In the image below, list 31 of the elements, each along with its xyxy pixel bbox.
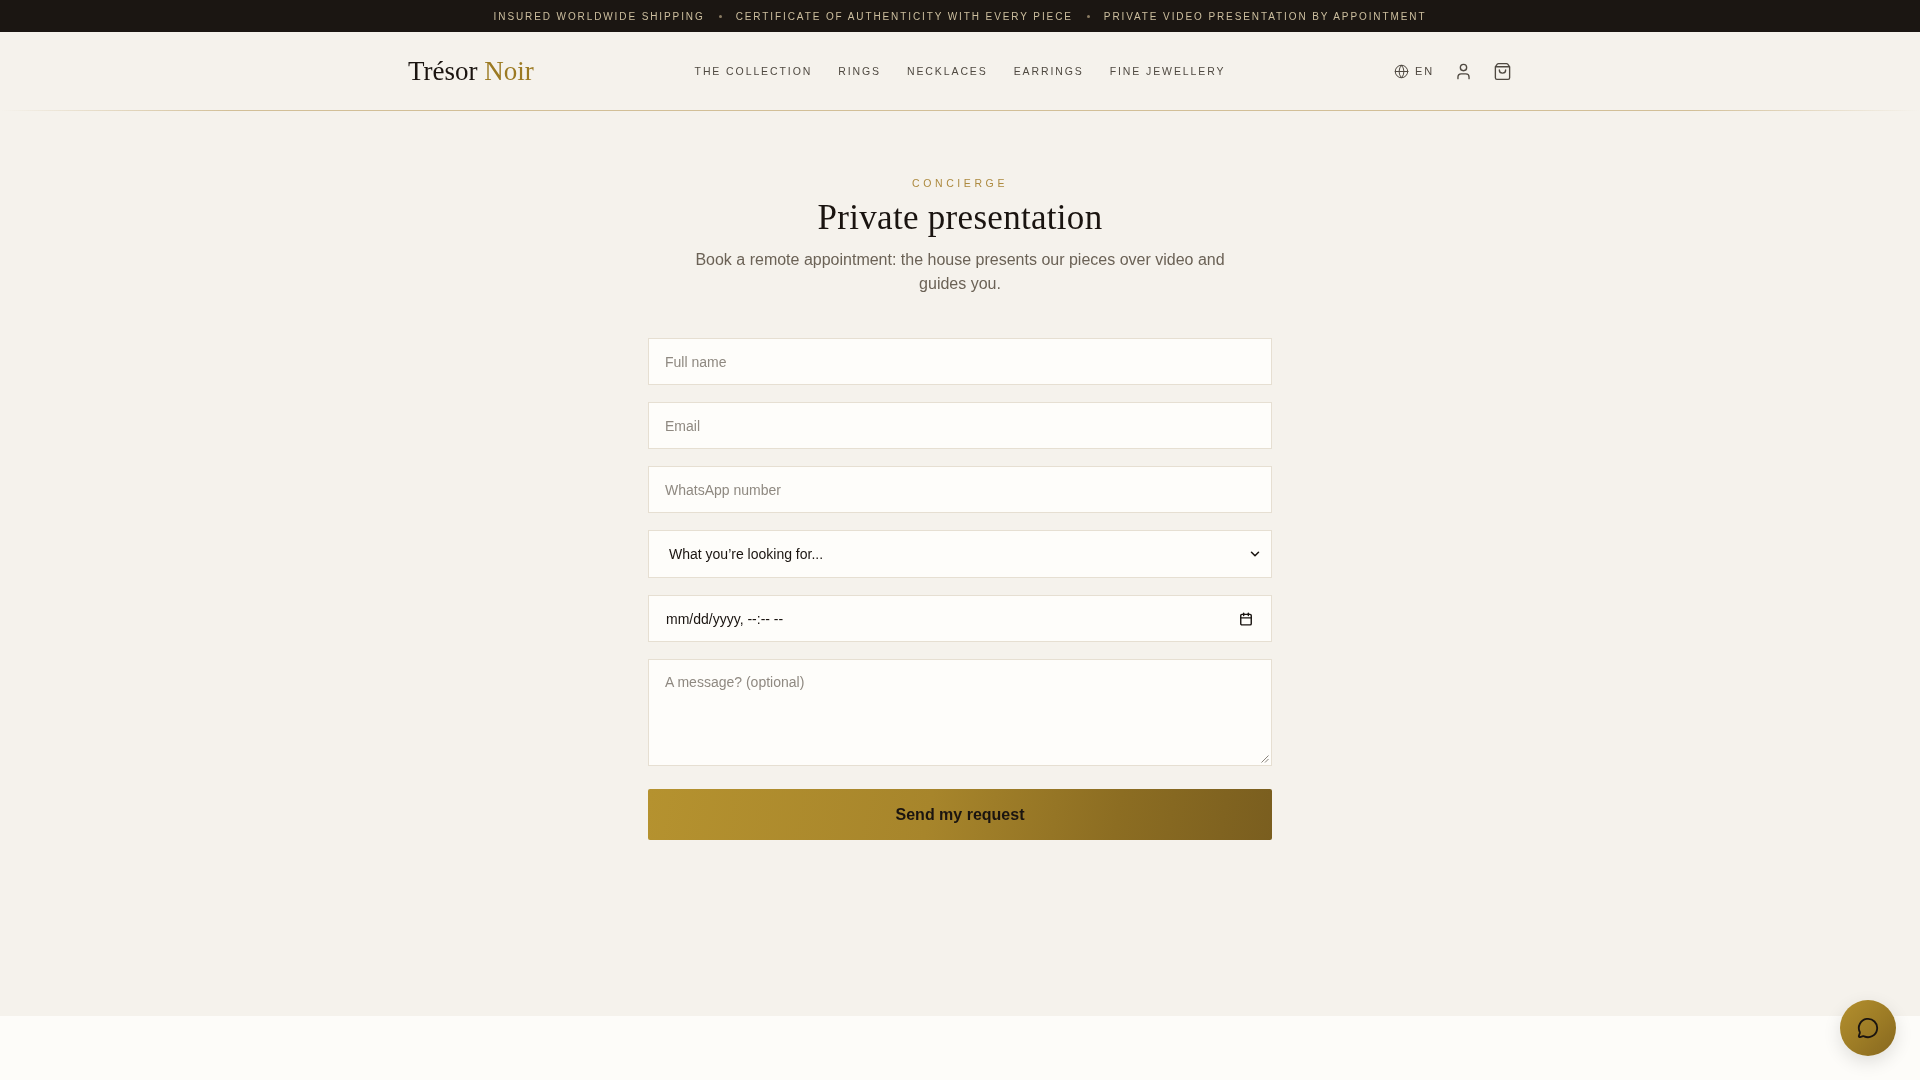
language-button[interactable]: EN — [1394, 63, 1434, 79]
submit-button[interactable]: Send my request — [648, 789, 1272, 840]
eyebrow-text: CONCIERGE — [912, 176, 1008, 191]
separator-dot-icon — [1086, 14, 1090, 18]
input-field[interactable]: Full name — [648, 338, 1272, 385]
page-title: Private presentation — [817, 197, 1103, 239]
chat-button[interactable] — [1840, 1000, 1896, 1056]
announcement-text: PRIVATE VIDEO PRESENTATION BY APPOINTMENT — [1103, 10, 1427, 22]
nav-link[interactable]: EARRINGS — [1013, 65, 1084, 77]
select-field[interactable]: What you’re looking for... — [648, 530, 1272, 578]
announcement-text: CERTIFICATE OF AUTHENTICITY WITH EVERY PIECE — [735, 10, 1073, 22]
shopping-bag-icon — [1493, 61, 1512, 81]
brand-logo[interactable]: Trésor Noir — [408, 55, 534, 87]
nav-link[interactable]: THE COLLECTION — [694, 65, 813, 77]
cart-button[interactable] — [1493, 61, 1512, 81]
input-field[interactable]: Email — [648, 402, 1272, 449]
intro-text: Book a remote appointment: the house presents our pieces over video and guides you. — [694, 250, 1226, 294]
globe-icon — [1394, 63, 1410, 79]
nav-link[interactable]: FINE JEWELLERY — [1109, 65, 1226, 77]
calendar-icon — [1239, 611, 1253, 626]
separator-dot-icon — [718, 14, 722, 18]
nav-link[interactable]: RINGS — [838, 65, 881, 77]
announcement-text: INSURED WORLDWIDE SHIPPING — [493, 10, 705, 22]
person-icon — [1454, 61, 1473, 81]
chat-bubble-icon — [1857, 1017, 1879, 1039]
date-time-field[interactable]: mm/dd/yyyy, --:-- -- — [648, 595, 1272, 642]
account-button[interactable] — [1454, 61, 1473, 81]
resize-grip-icon[interactable] — [1261, 755, 1269, 763]
text-area-field[interactable]: A message? (optional) — [648, 659, 1272, 766]
input-field[interactable]: WhatsApp number — [648, 466, 1272, 513]
nav-link[interactable]: NECKLACES — [906, 65, 988, 77]
